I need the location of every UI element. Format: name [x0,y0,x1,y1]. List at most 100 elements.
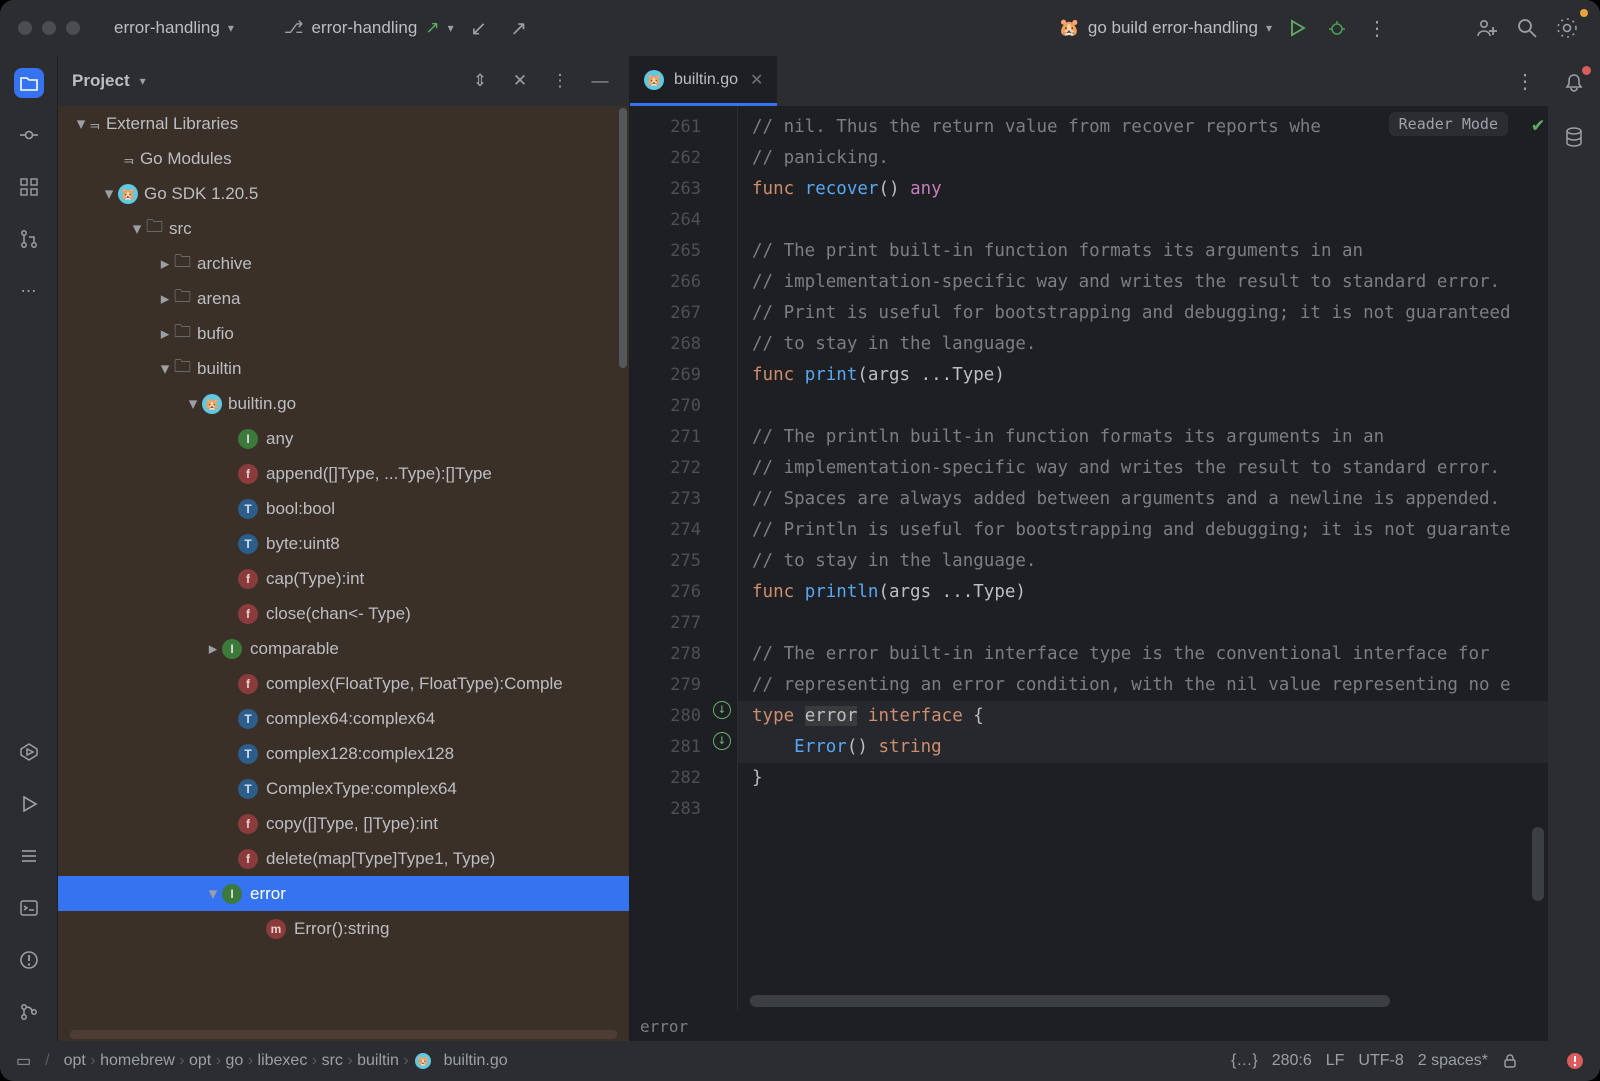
crumb-text: error [640,1017,688,1036]
more-tools-icon[interactable]: ⋯ [14,276,44,306]
todo-tool-icon[interactable] [14,841,44,871]
tree-row[interactable]: Iany [58,421,629,456]
project-panel-header: Project ▾ ⇕ ✕ ⋮ — [58,56,629,106]
run-tool-icon[interactable] [14,789,44,819]
left-tool-strip: ⋯ [0,56,58,1041]
project-panel-title: Project [72,71,130,91]
settings-icon[interactable] [1552,13,1582,43]
run-config-name: go build error-handling [1088,18,1258,38]
tree-row[interactable]: ▾⫬External Libraries [58,106,629,141]
project-name: error-handling [114,18,220,38]
editor-tabs: 🐹 builtin.go ✕ ⋮ [630,56,1548,106]
select-opened-file-icon[interactable]: ⇕ [465,66,495,96]
project-dropdown[interactable]: error-handling ▾ [114,18,234,38]
inspections-ok-icon[interactable]: ✔ [1532,112,1544,136]
tree-row[interactable]: ▸🗀bufio [58,316,629,351]
tree-row[interactable]: ▾Ierror [58,876,629,911]
editor-breadcrumbs[interactable]: error [630,1011,1548,1041]
terminal-tool-icon[interactable] [14,893,44,923]
notifications-icon[interactable] [1559,68,1589,98]
tree-row[interactable]: fdelete(map[Type]Type1, Type) [58,841,629,876]
pull-requests-tool-icon[interactable] [14,224,44,254]
tree-row[interactable]: mError():string [58,911,629,946]
database-tool-icon[interactable] [1559,122,1589,152]
services-tool-icon[interactable] [14,737,44,767]
titlebar: error-handling ▾ ⎇ error-handling ↗ ▾ ↙ … [0,0,1600,56]
tab-options-icon[interactable]: ⋮ [1510,66,1540,96]
readonly-lock-icon[interactable] [1502,1053,1518,1069]
run-button[interactable] [1282,13,1312,43]
gutter[interactable]: 2612622632642652662672682692702712722732… [630,106,738,1011]
tree-row[interactable]: ▾🗀src [58,211,629,246]
max-window-dot[interactable] [66,21,80,35]
chevron-down-icon: ▾ [448,21,454,35]
editor-tab-builtin[interactable]: 🐹 builtin.go ✕ [630,56,777,106]
close-tab-icon[interactable]: ✕ [750,70,763,90]
tool-window-toggle-icon[interactable]: ▭ [16,1051,31,1071]
search-everywhere-icon[interactable] [1512,13,1542,43]
vcs-branch-widget[interactable]: ⎇ error-handling ↗ ▾ [284,18,454,38]
chevron-down-icon: ▾ [228,21,234,35]
panel-options-icon[interactable]: ⋮ [545,66,575,96]
debug-button[interactable] [1322,13,1352,43]
collapse-all-icon[interactable]: ✕ [505,66,535,96]
branch-icon: ⎇ [284,18,304,38]
tree-row[interactable]: fcopy([]Type, []Type):int [58,806,629,841]
editor-hscrollbar[interactable] [750,995,1390,1007]
tree-row[interactable]: ▾🐹Go SDK 1.20.5 [58,176,629,211]
window-controls [18,21,80,35]
min-window-dot[interactable] [42,21,56,35]
tab-label: builtin.go [674,71,738,89]
commit-tool-icon[interactable] [14,120,44,150]
hide-panel-icon[interactable]: — [585,66,615,96]
reader-mode-badge[interactable]: Reader Mode [1389,112,1508,136]
indent-settings[interactable]: 2 spaces* [1418,1052,1488,1070]
project-panel: Project ▾ ⇕ ✕ ⋮ — ▾⫬External Libraries⫬G… [58,56,630,1041]
run-config-dropdown[interactable]: 🐹 go build error-handling ▾ [1059,18,1272,38]
tree-vscrollbar[interactable] [619,108,627,368]
problems-tool-icon[interactable] [14,945,44,975]
project-tree[interactable]: ▾⫬External Libraries⫬Go Modules ▾🐹Go SDK… [58,106,629,1041]
tree-row[interactable]: Tcomplex128:complex128 [58,736,629,771]
tree-row[interactable]: ▸🗀arena [58,281,629,316]
file-encoding[interactable]: UTF-8 [1358,1052,1403,1070]
tree-row[interactable]: TComplexType:complex64 [58,771,629,806]
more-run-icon[interactable]: ⋮ [1362,13,1392,43]
line-separator[interactable]: LF [1326,1052,1345,1070]
tree-row[interactable]: ▾🐹builtin.go [58,386,629,421]
status-bar: ▭ / opt › homebrew › opt › go › libexec … [0,1041,1600,1081]
branch-name: error-handling [311,18,417,38]
code-with-me-icon[interactable] [1472,13,1502,43]
right-tool-strip [1548,56,1600,1041]
go-file-icon: 🐹 [644,70,664,90]
outgoing-icon[interactable]: ↗ [504,13,534,43]
tree-row[interactable]: ⫬Go Modules [58,141,629,176]
tree-row[interactable]: fcomplex(FloatType, FloatType):Comple [58,666,629,701]
tree-row[interactable]: ▸Icomparable [58,631,629,666]
tree-row[interactable]: Tcomplex64:complex64 [58,701,629,736]
chevron-down-icon: ▾ [1266,21,1272,35]
code[interactable]: Reader Mode ✔ // nil. Thus the return va… [738,106,1548,1011]
chevron-down-icon[interactable]: ▾ [140,74,146,88]
tree-row[interactable]: Tbyte:uint8 [58,526,629,561]
project-tool-icon[interactable] [14,68,44,98]
problems-indicator-icon[interactable] [1566,1052,1584,1070]
editor-vscrollbar[interactable] [1532,827,1544,901]
tree-hscrollbar[interactable] [70,1030,617,1039]
tree-row[interactable]: fappend([]Type, ...Type):[]Type [58,456,629,491]
nav-breadcrumbs[interactable]: opt › homebrew › opt › go › libexec › sr… [64,1051,508,1071]
editor: 🐹 builtin.go ✕ ⋮ 26126226326426526626726… [630,56,1548,1041]
incoming-icon[interactable]: ↙ [464,13,494,43]
tree-row[interactable]: ▾🗀builtin [58,351,629,386]
vcs-tool-icon[interactable] [14,997,44,1027]
structure-tool-icon[interactable] [14,172,44,202]
caret-position[interactable]: 280:6 [1272,1052,1312,1070]
json-hints[interactable]: {…} [1231,1052,1258,1070]
tree-row[interactable]: ▸🗀archive [58,246,629,281]
arrow-out-icon: ↗ [425,18,439,38]
close-window-dot[interactable] [18,21,32,35]
tree-row[interactable]: Tbool:bool [58,491,629,526]
code-area[interactable]: 2612622632642652662672682692702712722732… [630,106,1548,1011]
tree-row[interactable]: fcap(Type):int [58,561,629,596]
tree-row[interactable]: fclose(chan<- Type) [58,596,629,631]
